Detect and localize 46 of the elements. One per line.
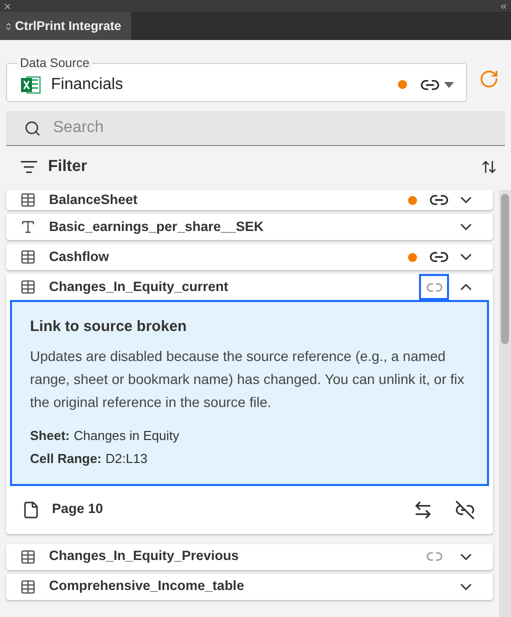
detail-label: Cell Range: [30, 450, 102, 468]
panel-title: CtrlPrint Integrate [15, 18, 122, 35]
text-type-icon [20, 219, 36, 235]
item-name: BalanceSheet [49, 190, 139, 209]
panel-tab[interactable]: CtrlPrint Integrate [0, 12, 132, 40]
broken-link-button[interactable] [419, 274, 449, 300]
sort-icon[interactable] [481, 159, 497, 175]
swap-arrows-icon[interactable] [413, 500, 433, 520]
filter-label[interactable]: Filter [48, 155, 481, 179]
unlink-icon[interactable] [455, 500, 475, 520]
list-item-header[interactable]: Basic_earnings_per_share__SEK [6, 214, 493, 240]
table-icon [20, 578, 36, 594]
search-icon [24, 120, 41, 136]
list-item-header[interactable]: Changes_In_Equity_Previous [6, 544, 493, 570]
table-icon [20, 548, 36, 564]
spreadsheet-file-icon [21, 76, 41, 94]
close-icon[interactable] [3, 2, 12, 10]
table-icon [20, 279, 36, 295]
data-source-value: Financials [51, 74, 124, 94]
table-icon [20, 192, 36, 208]
list-item-header[interactable]: Comprehensive_Income_table [6, 574, 493, 600]
item-name: Changes_In_Equity_current [49, 278, 230, 296]
item-name: Basic_earnings_per_share__SEK [49, 218, 265, 236]
notice-message: Updates are disabled because the source reference (e.g., a named range, sheet or bookmark name) has changed. You can unlink it, or fix the original reference in the source file. [30, 346, 466, 412]
list-item-header[interactable]: Changes_In_Equity_current [6, 274, 493, 300]
notice-title: Link to source broken [30, 317, 188, 337]
tab-menu-icon [4, 22, 13, 30]
search-input[interactable]: Search [53, 116, 505, 140]
list-item-header[interactable]: Cashflow [6, 244, 493, 270]
detail-value: D2:L13 [106, 450, 148, 468]
item-name: Comprehensive_Income_table [49, 577, 246, 596]
page-label: Page 10 [52, 500, 104, 518]
list-item-header[interactable]: BalanceSheet [6, 190, 493, 210]
scrollbar-thumb[interactable] [501, 194, 509, 344]
item-name: Cashflow [49, 248, 110, 266]
table-icon [20, 249, 36, 265]
filter-icon[interactable] [20, 158, 38, 176]
data-source-field[interactable]: Data Source Financials [6, 56, 467, 102]
dropdown-caret-icon[interactable] [444, 82, 454, 88]
detail-value: Changes in Equity [74, 426, 180, 445]
collapse-panel-icon[interactable] [499, 2, 508, 10]
data-source-label: Data Source [17, 56, 92, 70]
page-icon [22, 500, 40, 518]
detail-label: Sheet: [30, 426, 70, 444]
search-field[interactable]: Search [6, 111, 505, 146]
item-name: Changes_In_Equity_Previous [49, 547, 240, 566]
